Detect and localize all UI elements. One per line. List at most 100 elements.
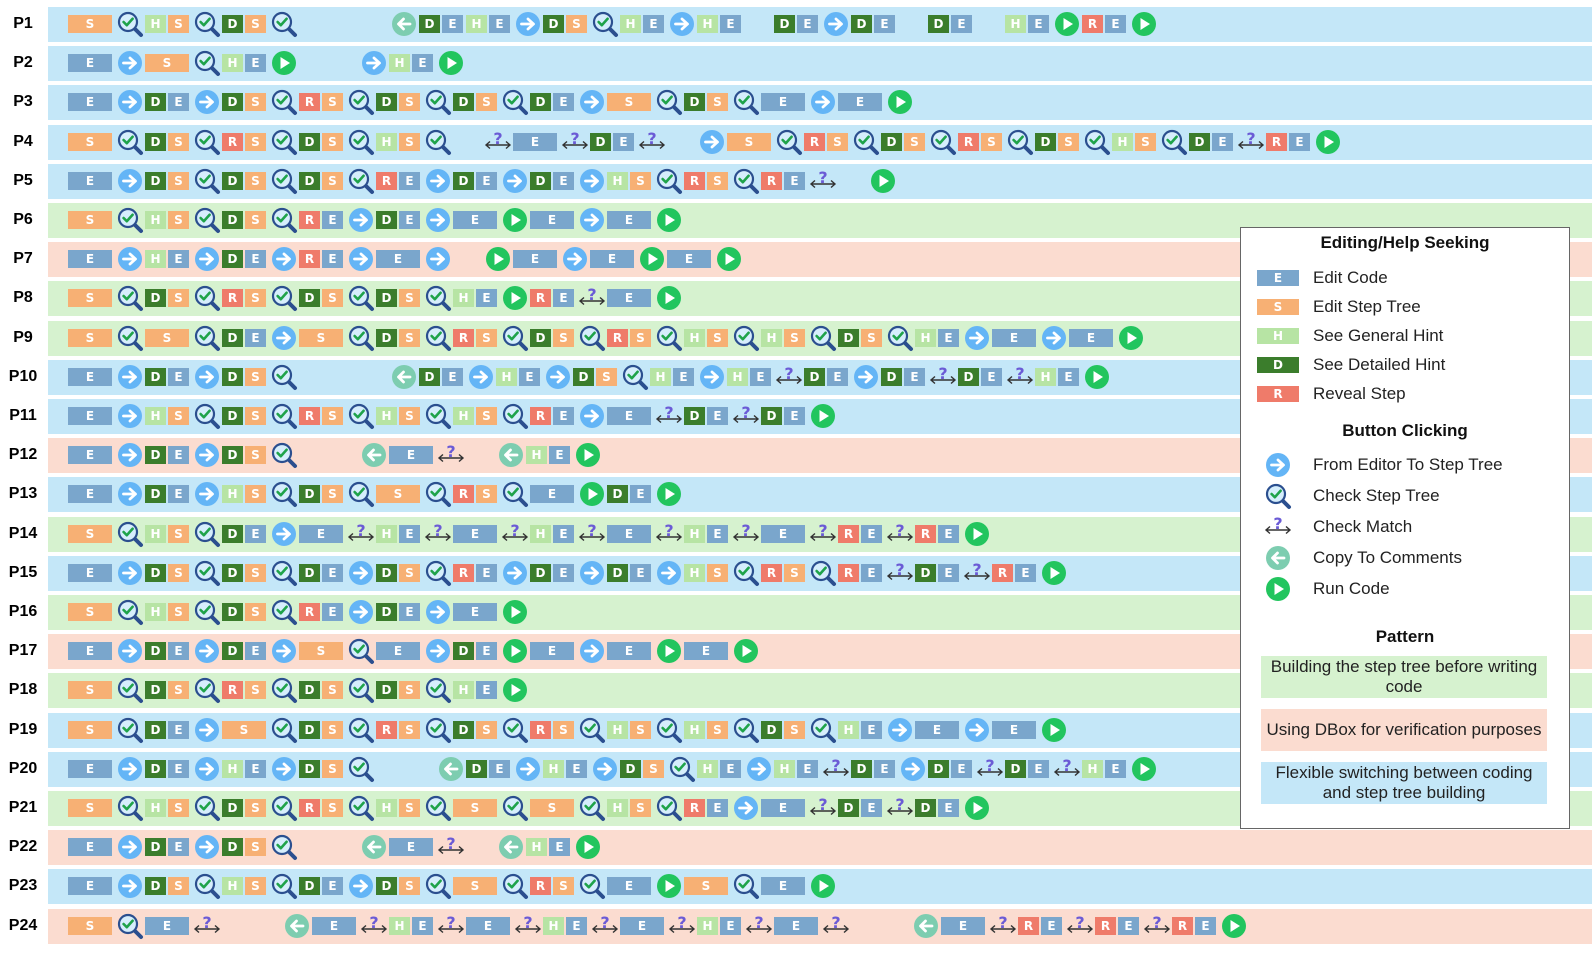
check-magnifier-icon [347, 676, 375, 704]
general-hint-edit-code-token: HE [697, 15, 741, 33]
general-hint-edit-code-token: HE [453, 289, 497, 307]
detailed-hint-edit-code-token: DE [145, 485, 189, 503]
legend-item-reveal-step: R Reveal Step [1257, 380, 1557, 408]
legend-pattern-green: Building the step tree before writing co… [1261, 656, 1547, 698]
check-match-icon: ? [886, 520, 914, 548]
detailed-hint-edit-code-token: DE [761, 407, 805, 425]
check-magnifier-icon [1006, 128, 1034, 156]
legend-swatch: D [1257, 357, 1299, 373]
detailed-hint-edit-step-tree-token: DS [222, 799, 266, 817]
legend-label: Check Step Tree [1313, 486, 1440, 505]
detailed-hint-edit-step-tree-token: DS [573, 368, 617, 386]
check-magnifier-icon [501, 872, 529, 900]
check-magnifier-icon [347, 637, 375, 665]
arrow-right-icon [424, 167, 452, 195]
general-hint-edit-step-tree-token: HS [761, 329, 805, 347]
edit-code-token: E [68, 250, 112, 268]
run-play-icon [715, 245, 743, 273]
copy-arrow-icon [1264, 544, 1292, 572]
detailed-hint-edit-code-token: DE [222, 329, 266, 347]
reveal-step-edit-step-tree-token: RS [299, 93, 343, 111]
edit-code-token: E [68, 485, 112, 503]
check-magnifier-icon [347, 324, 375, 352]
check-match-icon: ? [1237, 128, 1265, 156]
check-match-icon: ? [668, 912, 696, 940]
arrow-right-icon [591, 755, 619, 783]
arrow-right-icon [270, 755, 298, 783]
check-magnifier-icon [270, 676, 298, 704]
detailed-hint-edit-step-tree-token: DS [543, 15, 587, 33]
run-play-icon [1130, 755, 1158, 783]
detailed-hint-edit-code-token: DE [299, 564, 343, 582]
check-magnifier-icon [270, 363, 298, 391]
arrow-right-icon [424, 598, 452, 626]
detailed-hint-edit-step-tree-token: DS [299, 289, 343, 307]
detailed-hint-edit-step-tree-token: DS [376, 329, 420, 347]
edit-step-tree-token: S [299, 329, 343, 347]
detailed-hint-edit-step-tree-token: DS [145, 172, 189, 190]
general-hint-edit-code-token: HE [376, 525, 420, 543]
detailed-hint-edit-code-token: DE [419, 15, 463, 33]
arrow-right-icon [501, 559, 529, 587]
arrow-right-icon [347, 598, 375, 626]
reveal-step-edit-step-tree-token: RS [376, 721, 420, 739]
general-hint-edit-step-tree-token: HS [607, 721, 651, 739]
svg-text:?: ? [446, 442, 455, 461]
reveal-step-edit-code-token: RE [1266, 133, 1310, 151]
detailed-hint-edit-step-tree-token: DS [145, 877, 189, 895]
edit-code-token: E [684, 642, 728, 660]
check-magnifier-icon [270, 794, 298, 822]
detailed-hint-edit-step-tree-token: DS [145, 564, 189, 582]
run-play-icon [574, 441, 602, 469]
row-label: P14 [8, 525, 38, 542]
run-play-icon [501, 637, 529, 665]
svg-text:?: ? [1246, 129, 1255, 148]
legend-item-check: Check Step Tree [1257, 482, 1557, 510]
detailed-hint-edit-code-token: DE [145, 93, 189, 111]
edit-step-tree-token: S [453, 877, 497, 895]
arrow-right-icon [514, 10, 542, 38]
arrow-right-icon [347, 245, 375, 273]
arrow-right-icon [822, 10, 850, 38]
check-magnifier-icon [655, 716, 683, 744]
detailed-hint-edit-step-tree-token: DS [376, 877, 420, 895]
check-match-icon: ? [578, 284, 606, 312]
legend-label: See General Hint [1313, 326, 1444, 345]
arrow-right-icon [809, 88, 837, 116]
check-match-icon: ? [514, 912, 542, 940]
run-play-icon [809, 872, 837, 900]
check-magnifier-icon [193, 676, 221, 704]
detailed-hint-edit-code-token: DE [1005, 760, 1049, 778]
row-label: P9 [13, 329, 33, 346]
check-magnifier-icon [1083, 128, 1111, 156]
arrow-right-icon [655, 559, 683, 587]
detailed-hint-edit-code-token: DE [530, 93, 574, 111]
check-magnifier-icon [116, 676, 144, 704]
check-match-icon: ? [745, 912, 773, 940]
detailed-hint-edit-code-token: DE [453, 642, 497, 660]
check-match-icon: ? [347, 520, 375, 548]
detailed-hint-edit-code-token: DE [1189, 133, 1233, 151]
check-magnifier-icon [193, 794, 221, 822]
arrow-right-icon [116, 167, 144, 195]
check-magnifier-icon [193, 872, 221, 900]
check-match-icon: ? [809, 167, 837, 195]
check-magnifier-icon [732, 324, 760, 352]
check-magnifier-icon [193, 167, 221, 195]
svg-text:?: ? [895, 560, 904, 579]
check-magnifier-icon [732, 716, 760, 744]
reveal-step-edit-step-tree-token: RS [607, 329, 651, 347]
legend-button-title: Button Clicking [1342, 421, 1468, 440]
check-match-icon: ? [360, 912, 388, 940]
edit-code-token: E [389, 838, 433, 856]
copy-arrow-icon [283, 912, 311, 940]
general-hint-edit-code-token: HE [389, 54, 433, 72]
general-hint-edit-step-tree-token: HS [607, 172, 651, 190]
detailed-hint-edit-code-token: DE [530, 564, 574, 582]
detailed-hint-edit-code-token: DE [145, 838, 189, 856]
check-magnifier-icon [270, 128, 298, 156]
edit-code-token: E [68, 54, 112, 72]
general-hint-edit-code-token: HE [684, 525, 728, 543]
check-magnifier-icon [424, 480, 452, 508]
arrow-right-icon [698, 128, 726, 156]
